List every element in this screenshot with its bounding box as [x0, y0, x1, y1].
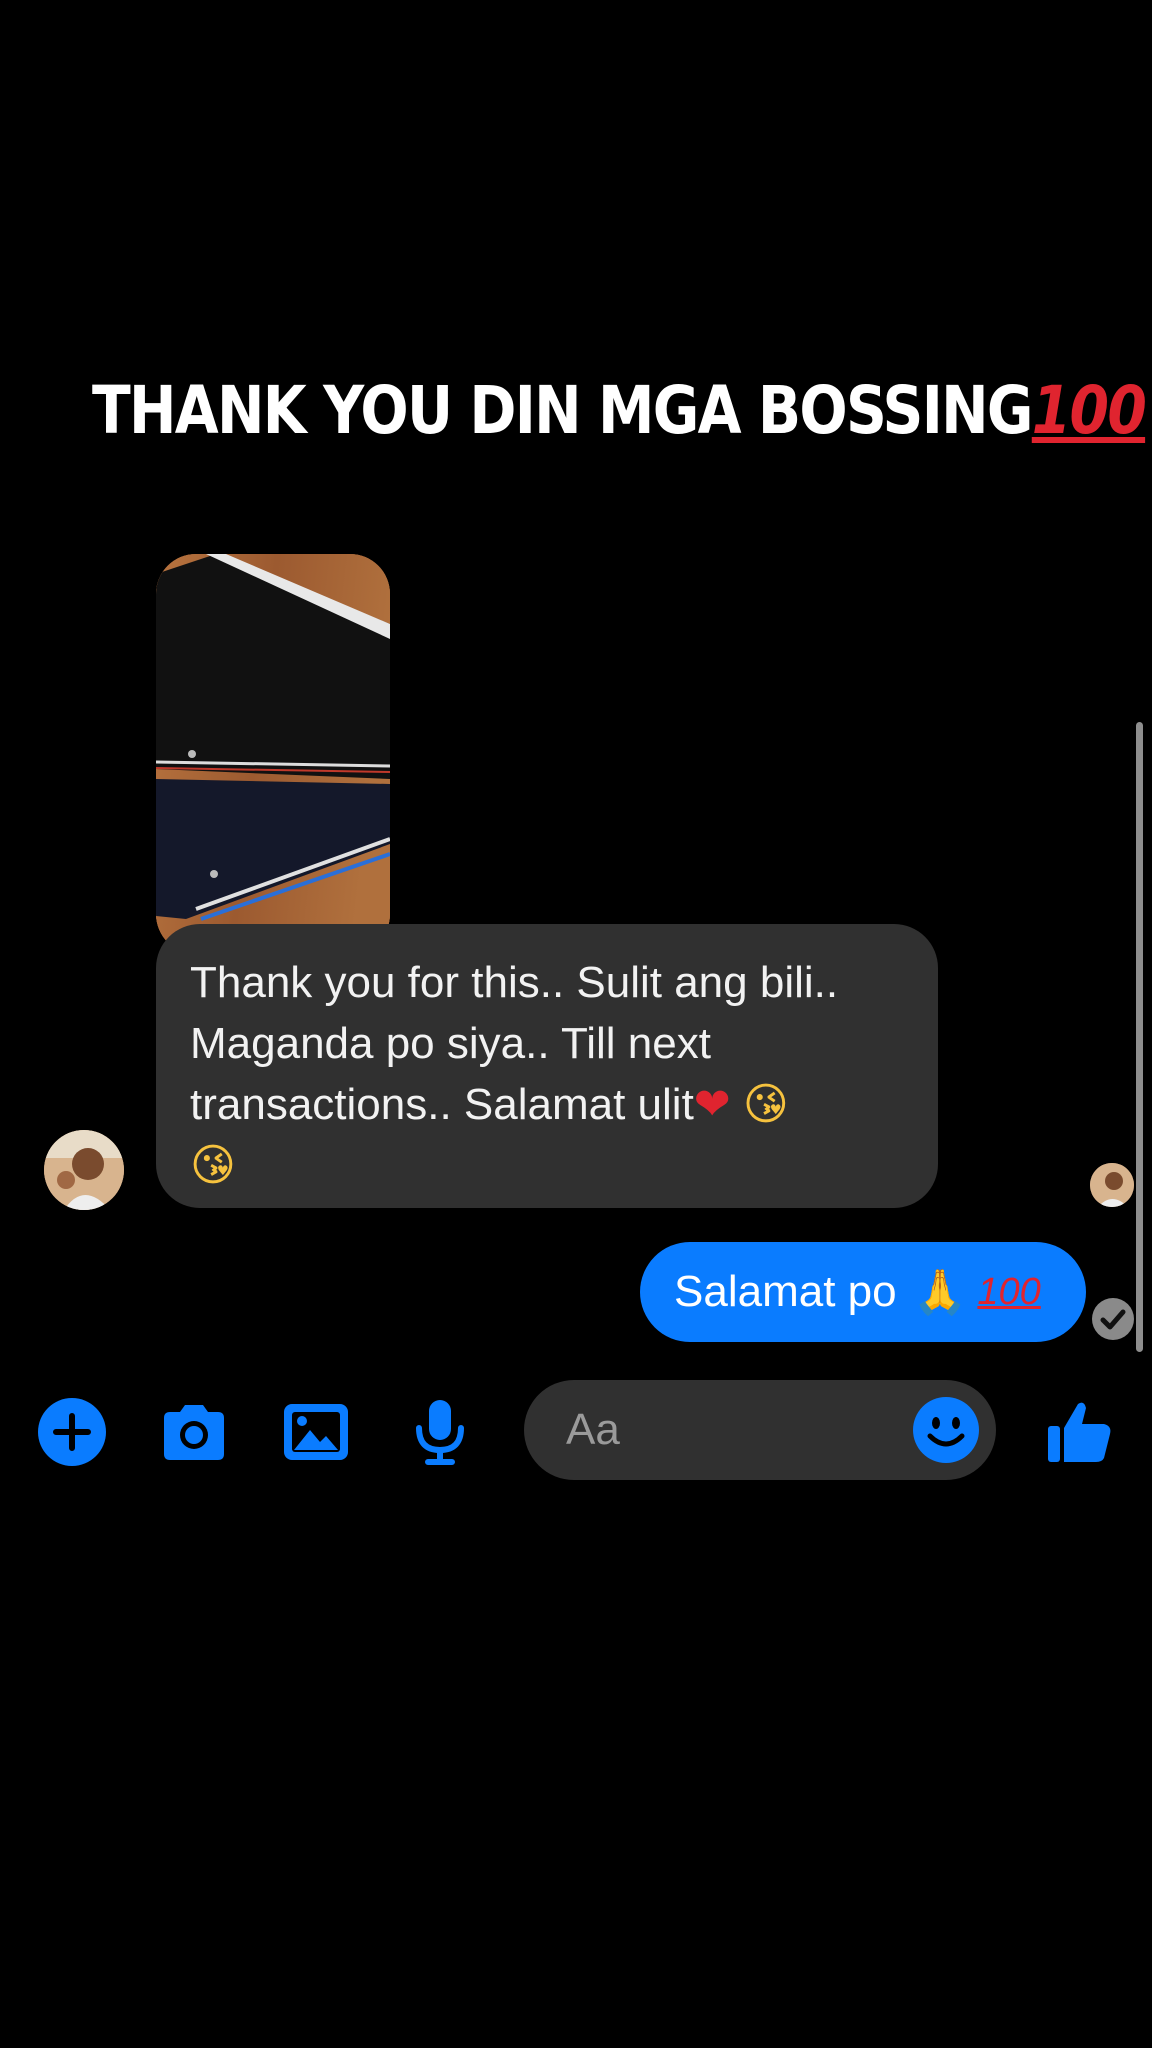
like-button[interactable]	[1044, 1396, 1116, 1468]
delivered-check-icon	[1092, 1298, 1134, 1340]
gallery-icon	[284, 1404, 348, 1460]
story-caption: THANK YOU DIN MGA BOSSING100	[92, 378, 1147, 444]
camera-button[interactable]	[158, 1396, 230, 1468]
story-caption-text: THANK YOU DIN MGA BOSSING	[92, 372, 1033, 449]
hundred-points-emoji: 100	[977, 1270, 1041, 1313]
message-input[interactable]	[564, 1404, 888, 1456]
smiley-icon	[913, 1397, 979, 1463]
message-input-field[interactable]	[524, 1380, 996, 1480]
outgoing-message-bubble[interactable]: Salamat po 🙏 100	[640, 1242, 1086, 1342]
plus-icon	[38, 1398, 106, 1466]
microphone-icon	[416, 1400, 464, 1465]
emoji-picker-button[interactable]	[912, 1396, 980, 1464]
thumbs-up-icon	[1048, 1402, 1111, 1462]
gallery-button[interactable]	[280, 1396, 352, 1468]
message-line: Thank you for this.. Sulit ang bili..	[190, 958, 839, 1007]
kissing-face-emoji: 😘	[742, 1079, 789, 1130]
message-line: 😘	[190, 1135, 904, 1196]
message-line-text: transactions.. Salamat ulit	[190, 1080, 694, 1129]
camera-icon	[164, 1405, 224, 1460]
hundred-points-emoji: 100	[1031, 372, 1147, 449]
scrollbar[interactable]	[1136, 722, 1143, 1352]
heart-emoji: ❤	[693, 1079, 731, 1130]
folded-hands-emoji: 🙏	[912, 1267, 968, 1318]
sender-avatar[interactable]	[44, 1130, 124, 1210]
shared-product-photo[interactable]	[156, 554, 390, 954]
incoming-message-bubble[interactable]: Thank you for this.. Sulit ang bili.. Ma…	[156, 924, 938, 1208]
kissing-face-emoji: 😘	[190, 1140, 236, 1191]
message-line: transactions.. Salamat ulit❤ 😘	[190, 1074, 904, 1135]
plus-button[interactable]	[36, 1396, 108, 1468]
message-line: Maganda po siya.. Till next	[190, 1019, 711, 1068]
message-text: Salamat po	[674, 1267, 897, 1316]
seen-avatar	[1090, 1163, 1134, 1207]
microphone-button[interactable]	[404, 1396, 476, 1468]
